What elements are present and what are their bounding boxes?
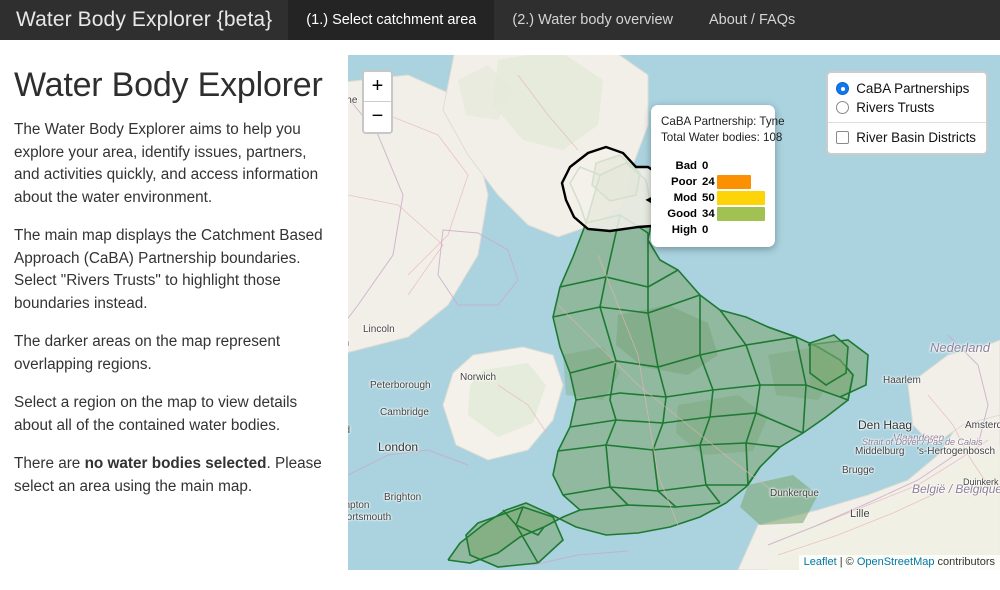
map-container[interactable]: United KingdomGreat BritainNorthern Irel… xyxy=(348,55,1000,570)
attribution-contributors: contributors xyxy=(934,556,995,568)
openstreetmap-link[interactable]: OpenStreetMap xyxy=(857,556,935,568)
chart-bar xyxy=(717,191,765,206)
layer-control[interactable]: CaBA Partnerships Rivers Trusts River Ba… xyxy=(826,71,988,155)
chart-row: Good 34 xyxy=(661,207,765,222)
chart-value-label: 24 xyxy=(702,176,715,189)
selection-status: There are no water bodies selected. Plea… xyxy=(14,453,330,498)
attribution-separator: | xyxy=(836,556,846,568)
chart-value-label: 0 xyxy=(702,224,709,237)
chart-row: High 0 xyxy=(661,223,765,238)
overlap-paragraph: The darker areas on the map represent ov… xyxy=(14,333,281,373)
popup-title: CaBA Partnership: Tyne xyxy=(661,115,785,128)
map-attribution: Leaflet | © OpenStreetMap contributors xyxy=(798,555,1000,570)
water-body-status-chart: Bad 0 Poor 24 Mod 50 Good 34 High 0 xyxy=(661,159,765,238)
tab-about-faqs[interactable]: About / FAQs xyxy=(691,0,813,40)
map-popup[interactable]: CaBA Partnership: Tyne Total Water bodie… xyxy=(651,105,785,247)
chart-category-label: Poor xyxy=(671,176,697,189)
layer-label-river-basin-districts: River Basin Districts xyxy=(856,130,976,145)
navbar: Water Body Explorer {beta} (1.) Select c… xyxy=(0,0,1000,40)
layer-label-caba-partnerships: CaBA Partnerships xyxy=(856,81,970,96)
chart-row: Bad 0 xyxy=(661,159,765,174)
chart-value-label: 0 xyxy=(702,160,709,173)
zoom-in-button[interactable]: + xyxy=(364,72,391,102)
chart-category-label: Bad xyxy=(675,160,697,173)
map-description-paragraph: The main map displays the Catchment Base… xyxy=(14,227,323,312)
chart-category-label: High xyxy=(671,224,697,237)
status-emphasis: no water bodies selected xyxy=(84,455,267,473)
radio-icon-rivers-trusts[interactable] xyxy=(836,101,850,114)
chart-bar xyxy=(717,207,765,222)
layer-option-caba-partnerships[interactable]: CaBA Partnerships xyxy=(836,79,976,98)
zoom-control[interactable]: + − xyxy=(362,70,393,134)
status-prefix: There are xyxy=(14,455,85,473)
chart-bar xyxy=(717,175,751,190)
zoom-out-button[interactable]: − xyxy=(364,102,391,132)
chart-row: Poor 24 xyxy=(661,175,765,190)
sidebar: Water Body Explorer The Water Body Explo… xyxy=(0,40,348,590)
chart-row: Mod 50 xyxy=(661,191,765,206)
page-title: Water Body Explorer xyxy=(14,66,323,104)
tab-water-body-overview[interactable]: (2.) Water body overview xyxy=(494,0,691,40)
chart-category-label: Mod xyxy=(673,192,697,205)
chart-value-label: 50 xyxy=(702,192,715,205)
chart-value-label: 34 xyxy=(702,208,715,221)
intro-paragraph: The Water Body Explorer aims to help you… xyxy=(14,121,319,206)
radio-icon-caba-partnerships[interactable] xyxy=(836,82,850,95)
layer-control-divider xyxy=(828,122,986,123)
leaflet-link[interactable]: Leaflet xyxy=(804,556,837,568)
layer-option-rivers-trusts[interactable]: Rivers Trusts xyxy=(836,98,976,117)
tab-select-catchment-area[interactable]: (1.) Select catchment area xyxy=(288,0,495,40)
layer-option-river-basin-districts[interactable]: River Basin Districts xyxy=(836,128,976,147)
chart-category-label: Good xyxy=(667,208,697,221)
layer-label-rivers-trusts: Rivers Trusts xyxy=(856,100,935,115)
app-brand[interactable]: Water Body Explorer {beta} xyxy=(0,0,288,40)
checkbox-icon-river-basin-districts[interactable] xyxy=(836,131,850,144)
attribution-copyright: © xyxy=(845,556,857,568)
select-region-paragraph: Select a region on the map to view detai… xyxy=(14,394,298,434)
popup-total: Total Water bodies: 108 xyxy=(661,130,783,144)
